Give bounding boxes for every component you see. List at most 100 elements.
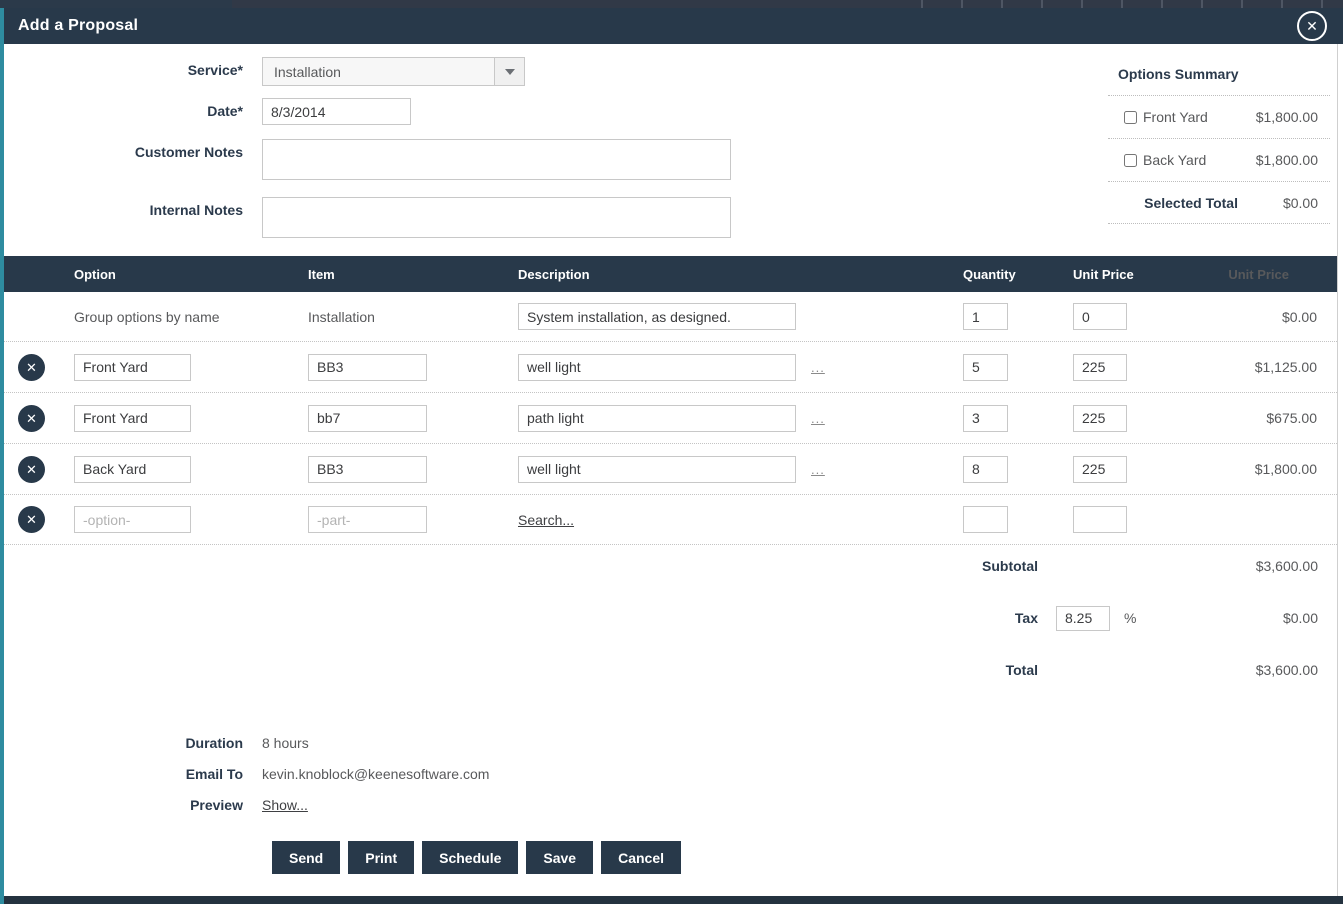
more-description-link[interactable]: ... — [811, 411, 825, 426]
cancel-button[interactable]: Cancel — [601, 841, 681, 874]
more-description-link[interactable]: ... — [811, 462, 825, 477]
item-field[interactable] — [308, 456, 427, 483]
group-description-field[interactable] — [518, 303, 796, 330]
option-column-header: Option — [74, 267, 308, 282]
description-field[interactable] — [518, 456, 796, 483]
options-summary-panel: Options Summary Front Yard $1,800.00 Bac… — [1108, 66, 1330, 224]
chevron-down-icon — [505, 69, 515, 75]
total-value: $3,600.00 — [1166, 662, 1318, 678]
more-description-link[interactable]: ... — [811, 360, 825, 375]
unit-price-field[interactable] — [1073, 456, 1127, 483]
delete-row-icon[interactable]: ✕ — [18, 405, 45, 432]
option-name: Front Yard — [1143, 109, 1208, 125]
email-to-row: Email To kevin.knoblock@keenesoftware.co… — [4, 758, 1337, 789]
search-part-link[interactable]: Search... — [518, 512, 574, 528]
group-option-text: Group options by name — [74, 309, 308, 325]
preview-row: Preview Show... — [4, 789, 1337, 820]
back-yard-checkbox[interactable] — [1124, 154, 1137, 167]
modal-header: Add a Proposal ✕ — [0, 8, 1343, 44]
background-segment — [0, 0, 232, 8]
item-field[interactable] — [308, 405, 427, 432]
new-option-field[interactable] — [74, 506, 191, 533]
email-to-value: kevin.knoblock@keenesoftware.com — [262, 766, 489, 782]
customer-notes-label: Customer Notes — [4, 139, 243, 160]
quantity-field[interactable] — [963, 405, 1008, 432]
save-button[interactable]: Save — [526, 841, 593, 874]
service-select-arrow-button[interactable] — [494, 58, 524, 85]
delete-row-icon[interactable]: ✕ — [18, 456, 45, 483]
option-amount: $1,800.00 — [1256, 152, 1318, 168]
delete-row-icon[interactable]: ✕ — [18, 506, 45, 533]
preview-label: Preview — [4, 797, 243, 813]
item-column-header: Item — [308, 267, 518, 282]
delete-row-icon[interactable]: ✕ — [18, 354, 45, 381]
item-field[interactable] — [308, 354, 427, 381]
new-quantity-field[interactable] — [963, 506, 1008, 533]
group-row: Group options by name Installation $0.00 — [4, 292, 1337, 342]
table-row: ✕ ... $1,800.00 — [4, 444, 1337, 495]
customer-notes-field[interactable] — [262, 139, 731, 180]
quantity-column-header: Quantity — [963, 267, 1073, 282]
options-summary-title: Options Summary — [1108, 66, 1330, 96]
tax-row: Tax % $0.00 — [4, 599, 1337, 637]
option-amount: $1,800.00 — [1256, 109, 1318, 125]
service-select-value: Installation — [263, 64, 341, 80]
option-field[interactable] — [74, 354, 191, 381]
items-table: Option Item Description Quantity Unit Pr… — [4, 256, 1337, 545]
option-field[interactable] — [74, 405, 191, 432]
subtotal-value: $3,600.00 — [1166, 558, 1318, 574]
group-item-text: Installation — [308, 309, 518, 325]
duration-label: Duration — [4, 735, 243, 751]
print-button[interactable]: Print — [348, 841, 414, 874]
options-summary-item: Front Yard $1,800.00 — [1108, 96, 1330, 139]
date-field[interactable] — [262, 98, 411, 125]
description-field[interactable] — [518, 405, 796, 432]
schedule-button[interactable]: Schedule — [422, 841, 518, 874]
quantity-field[interactable] — [963, 456, 1008, 483]
tax-amount: $0.00 — [1166, 610, 1318, 626]
service-select[interactable]: Installation — [262, 57, 525, 86]
unit-price-field[interactable] — [1073, 405, 1127, 432]
unit-price-field[interactable] — [1073, 354, 1127, 381]
option-name: Back Yard — [1143, 152, 1206, 168]
row-total: $675.00 — [1183, 410, 1337, 426]
internal-notes-field[interactable] — [262, 197, 731, 238]
table-row: ✕ ... $1,125.00 — [4, 342, 1337, 393]
modal-left-accent — [0, 8, 4, 904]
new-item-row: ✕ Search... — [4, 495, 1337, 545]
preview-show-link[interactable]: Show... — [262, 797, 308, 813]
group-unit-price-field[interactable] — [1073, 303, 1127, 330]
date-label: Date* — [4, 98, 243, 119]
service-label: Service* — [4, 57, 243, 78]
option-field[interactable] — [74, 456, 191, 483]
modal-title: Add a Proposal — [18, 17, 138, 35]
duration-row: Duration 8 hours — [4, 727, 1337, 758]
description-field[interactable] — [518, 354, 796, 381]
group-row-total: $0.00 — [1183, 309, 1337, 325]
selected-total-label: Selected Total — [1144, 195, 1238, 211]
unit-price-column-header: Unit Price — [1073, 267, 1183, 282]
background-page-top — [0, 0, 1343, 8]
percent-sign: % — [1124, 610, 1136, 626]
duration-value: 8 hours — [262, 735, 309, 751]
modal-right-border — [1337, 44, 1338, 896]
send-button[interactable]: Send — [272, 841, 340, 874]
table-row: ✕ ... $675.00 — [4, 393, 1337, 444]
background-ticks — [883, 0, 1343, 8]
quantity-field[interactable] — [963, 354, 1008, 381]
options-summary-item: Back Yard $1,800.00 — [1108, 139, 1330, 182]
total-row: Total $3,600.00 — [4, 651, 1337, 689]
tax-rate-field[interactable] — [1056, 606, 1110, 631]
footer-section: Duration 8 hours Email To kevin.knoblock… — [4, 727, 1337, 874]
new-part-field[interactable] — [308, 506, 427, 533]
description-column-header: Description — [518, 267, 963, 282]
page: Add a Proposal ✕ Service* Installation D… — [0, 0, 1343, 904]
front-yard-checkbox[interactable] — [1124, 111, 1137, 124]
totals-section: Subtotal $3,600.00 Tax % $0.00 Total $3,… — [4, 547, 1337, 689]
modal-body: Service* Installation Date* Customer Not… — [4, 44, 1337, 896]
email-to-label: Email To — [4, 766, 243, 782]
background-page-bottom — [0, 896, 1343, 904]
new-unit-price-field[interactable] — [1073, 506, 1127, 533]
group-quantity-field[interactable] — [963, 303, 1008, 330]
close-icon[interactable]: ✕ — [1297, 11, 1327, 41]
